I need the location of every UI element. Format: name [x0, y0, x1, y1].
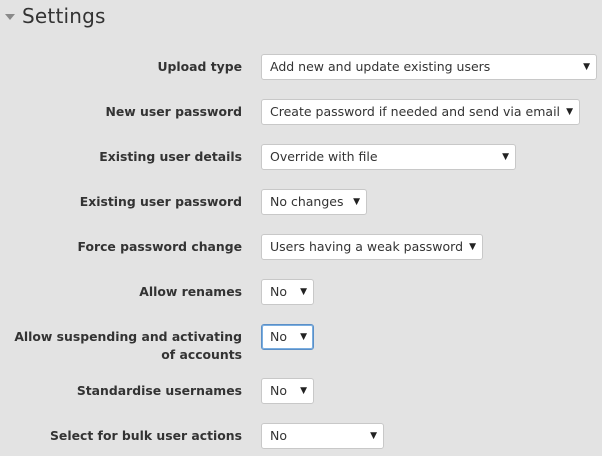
section-title: Settings [22, 4, 106, 28]
caret-down-icon[interactable] [5, 14, 15, 20]
existing-user-password-select[interactable]: No changes ▼ [261, 189, 367, 215]
allow-suspending-label: Allow suspending and activating of accou… [14, 329, 242, 362]
allow-suspending-select[interactable]: No ▼ [261, 324, 314, 350]
existing-user-details-value: Override with file [270, 149, 378, 164]
allow-suspending-value: No [270, 329, 287, 344]
bulk-user-actions-select[interactable]: No ▼ [261, 423, 384, 449]
allow-renames-label: Allow renames [139, 284, 242, 299]
dropdown-arrow-icon: ▼ [300, 332, 307, 342]
dropdown-arrow-icon: ▼ [502, 152, 509, 162]
new-user-password-value: Create password if needed and send via e… [270, 104, 561, 119]
new-user-password-label: New user password [105, 104, 242, 119]
existing-user-password-value: No changes [270, 194, 344, 209]
dropdown-arrow-icon: ▼ [583, 62, 590, 72]
dropdown-arrow-icon: ▼ [469, 242, 476, 252]
existing-user-details-select[interactable]: Override with file ▼ [261, 144, 516, 170]
standardise-usernames-select[interactable]: No ▼ [261, 378, 314, 404]
standardise-usernames-value: No [270, 383, 287, 398]
dropdown-arrow-icon: ▼ [370, 431, 377, 441]
dropdown-arrow-icon: ▼ [353, 197, 360, 207]
upload-type-label: Upload type [157, 59, 242, 74]
force-password-change-label: Force password change [77, 239, 242, 254]
bulk-user-actions-value: No [270, 428, 287, 443]
bulk-user-actions-label: Select for bulk user actions [50, 428, 242, 443]
dropdown-arrow-icon: ▼ [566, 107, 573, 117]
dropdown-arrow-icon: ▼ [300, 386, 307, 396]
new-user-password-select[interactable]: Create password if needed and send via e… [261, 99, 580, 125]
force-password-change-select[interactable]: Users having a weak password ▼ [261, 234, 483, 260]
upload-type-select[interactable]: Add new and update existing users ▼ [261, 54, 597, 80]
dropdown-arrow-icon: ▼ [300, 287, 307, 297]
upload-type-value: Add new and update existing users [270, 59, 491, 74]
existing-user-password-label: Existing user password [79, 194, 242, 209]
allow-renames-select[interactable]: No ▼ [261, 279, 314, 305]
standardise-usernames-label: Standardise usernames [76, 383, 242, 398]
allow-renames-value: No [270, 284, 287, 299]
force-password-change-value: Users having a weak password [270, 239, 464, 254]
existing-user-details-label: Existing user details [99, 149, 242, 164]
